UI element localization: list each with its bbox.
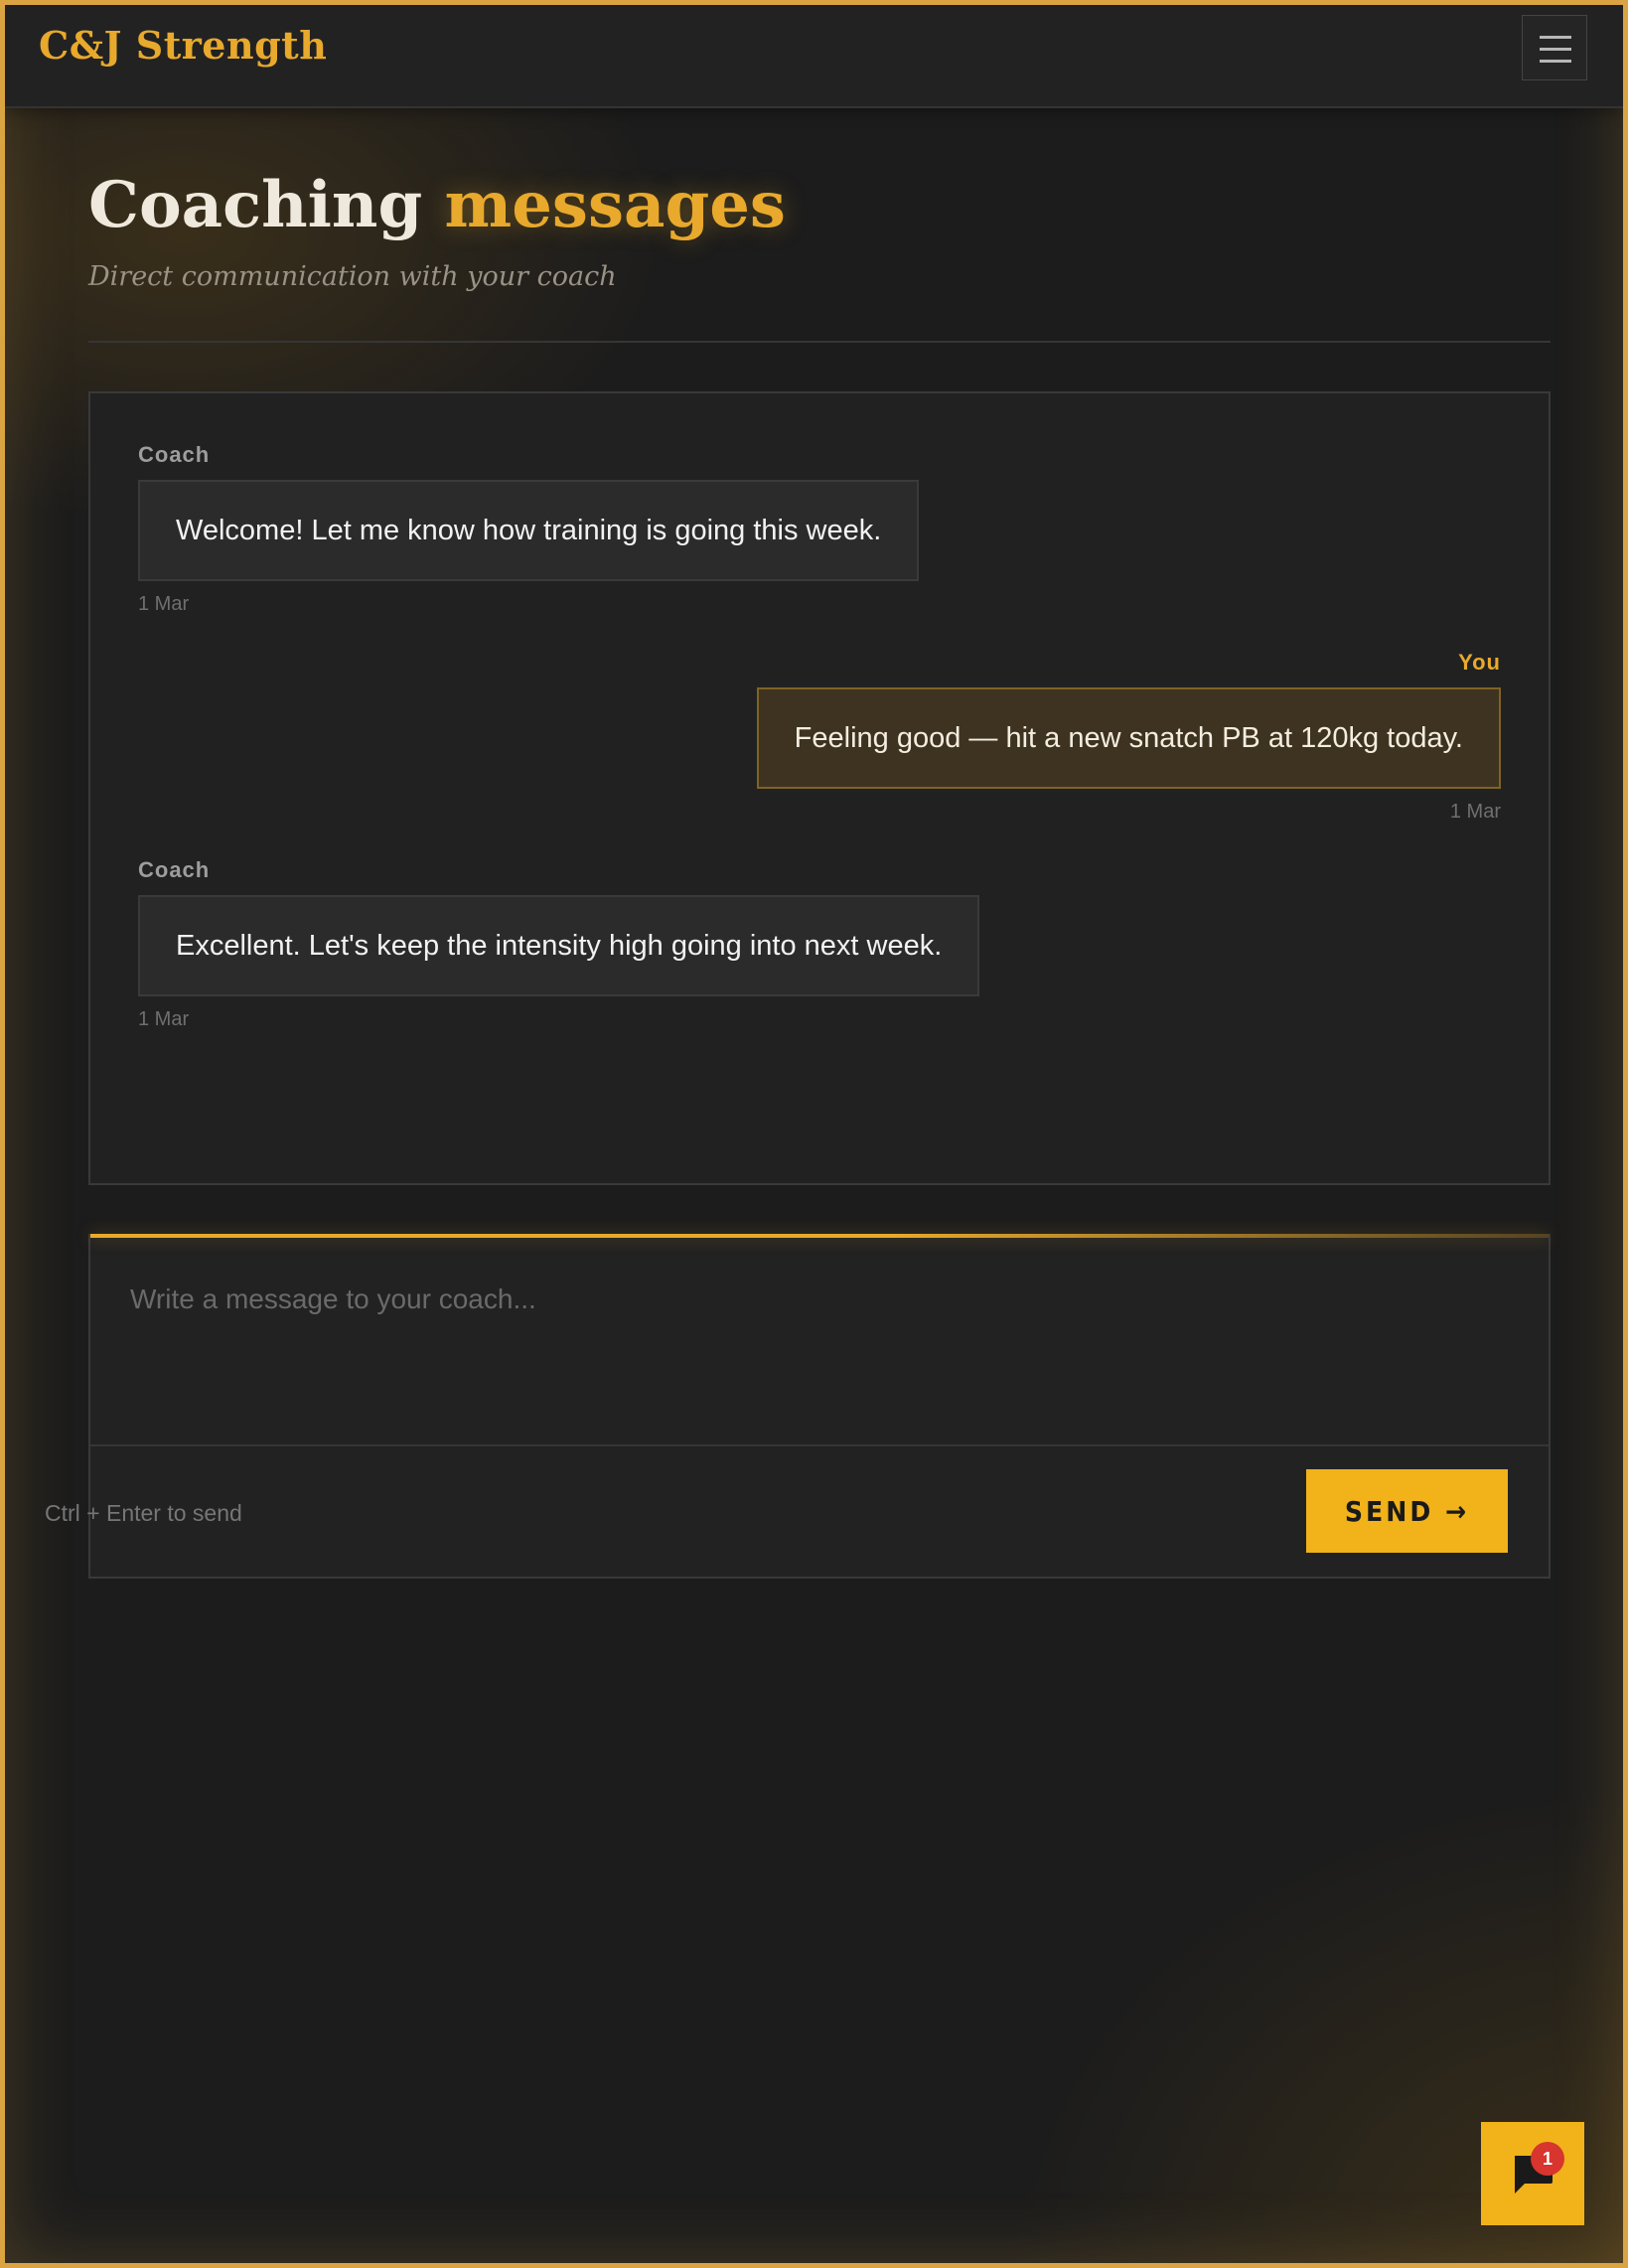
page-title-main: Coaching [88,168,445,242]
app-frame: C&J Strength Coaching messages Direct co… [0,0,1628,2268]
brand-logo[interactable]: C&J Strength [39,23,327,68]
message-timestamp: 1 Mar [138,1008,190,1030]
send-button[interactable]: SEND → [1306,1469,1508,1553]
header-divider [88,341,1551,343]
chat-launcher-button[interactable]: 1 [1481,2122,1584,2225]
message-sender: You [1458,650,1501,675]
unread-count-badge: 1 [1531,2142,1564,2176]
message-bubble-coach: Excellent. Let's keep the intensity high… [138,895,980,996]
message-sender: Coach [138,442,211,467]
message-bubble-you: Feeling good — hit a new snatch PB at 12… [756,687,1501,789]
top-bar: C&J Strength [5,5,1623,108]
message-bubble-coach: Welcome! Let me know how training is goi… [138,480,920,581]
page-subtitle: Direct communication with your coach [88,261,617,292]
hamburger-icon-line [1540,36,1571,39]
hamburger-icon-line [1540,60,1571,63]
message-timestamp: 1 Mar [1449,801,1501,823]
hamburger-icon-line [1540,48,1571,51]
menu-button[interactable] [1522,15,1587,80]
page-title-accent: messages [444,168,786,242]
send-shortcut-hint: Ctrl + Enter to send [45,1500,242,1526]
message-sender: Coach [138,857,211,882]
message-thread: Coach Welcome! Let me know how training … [88,391,1551,1185]
page-title: Coaching messages [88,168,786,242]
message-input[interactable] [90,1238,1549,1444]
message-timestamp: 1 Mar [138,593,190,615]
composer-divider [90,1444,1549,1446]
